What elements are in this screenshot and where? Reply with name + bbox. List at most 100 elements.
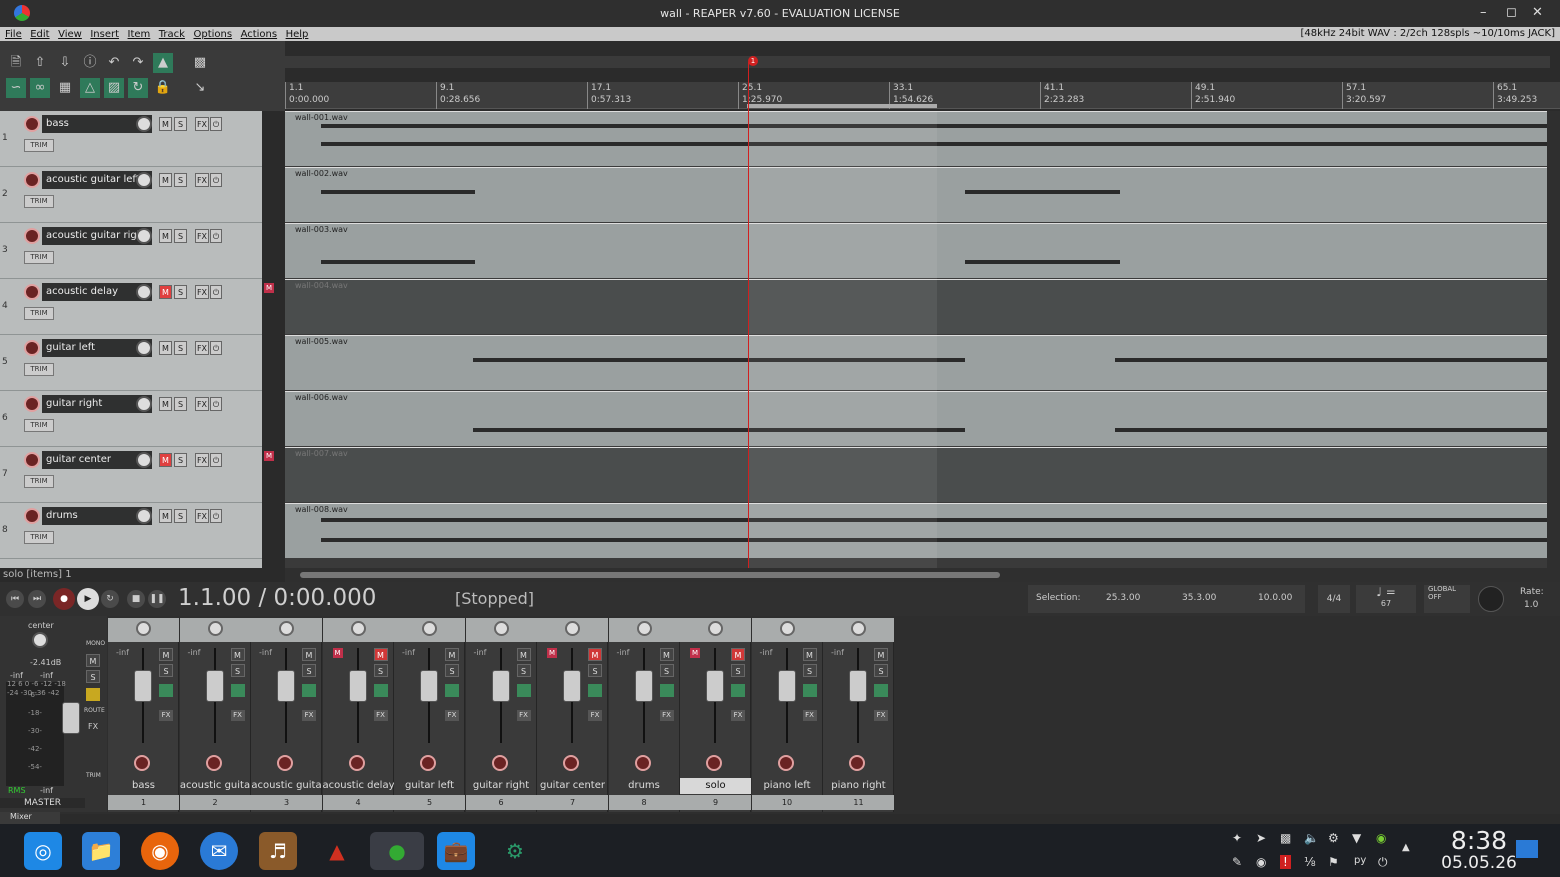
metronome-icon[interactable]: ▲ [153,53,173,73]
power-icon[interactable]: ⏻ [210,341,222,355]
volume-fader[interactable] [849,670,867,702]
solo-button[interactable]: S [445,664,459,677]
record-arm-icon[interactable] [24,228,40,244]
pan-knob-icon[interactable] [493,621,509,636]
menu-view[interactable]: View [58,28,82,42]
mute-button[interactable]: M [159,285,172,299]
save-project-icon[interactable]: ⇩ [55,53,75,73]
open-project-icon[interactable]: ⇧ [30,53,50,73]
phase-icon[interactable] [445,684,459,697]
record-arm-icon[interactable] [348,755,365,771]
phase-icon[interactable] [373,684,388,697]
volume-fader[interactable] [134,670,152,702]
menu-insert[interactable]: Insert [90,28,119,42]
selection-start[interactable]: 25.3.00 [1106,593,1140,603]
volume-fader[interactable] [777,670,796,702]
grid-toggle-icon[interactable]: ▩ [190,53,210,73]
maximize-icon[interactable]: ◻ [1506,5,1517,20]
mute-button[interactable]: M [230,648,245,661]
redo-icon[interactable]: ↷ [128,53,148,73]
mixer-strip[interactable]: M M S FX solo 9 [680,618,751,812]
telegram-icon[interactable]: ➤ [1256,831,1266,845]
pause-icon[interactable]: ❚❚ [148,590,166,608]
vertical-scrollbar[interactable] [1547,111,1560,568]
mute-button[interactable]: M [302,648,316,661]
project-settings-icon[interactable]: ⓘ [80,53,100,73]
phase-icon[interactable] [230,684,245,697]
volume-knob-icon[interactable] [136,508,152,524]
record-arm-icon[interactable] [134,755,150,771]
mixer-strip[interactable]: M M S FX acoustic delay 4 [322,618,394,812]
solo-button[interactable]: S [373,664,388,677]
mute-button[interactable]: M [373,648,388,661]
mute-button[interactable]: M [159,229,172,243]
pan-knob-icon[interactable] [565,621,580,636]
volume-fader[interactable] [563,670,581,702]
crossfade-icon[interactable]: ▨ [104,78,124,98]
settings-app-icon[interactable]: ⚙ [496,832,534,870]
track-1[interactable]: 1 bass M S FX ⏻ TRIM [0,111,262,167]
mute-button[interactable]: M [159,341,172,355]
master-pan-knob-icon[interactable] [32,632,48,648]
volume-fader[interactable] [706,670,724,702]
fx-button[interactable]: FX [195,397,209,411]
new-project-icon[interactable]: 🗎 [6,53,26,73]
strip-name[interactable]: bass [108,778,179,794]
track-7[interactable]: 7 guitar center M S FX ⏻ TRIM [0,447,262,503]
volume-knob-icon[interactable] [136,452,152,468]
timeline-ruler[interactable]: 1.1 0:00.000 9.1 0:28.656 17.1 0:57.313 25.… [285,82,1560,109]
track-8[interactable]: 8 drums M S FX ⏻ TRIM [0,503,262,559]
volume-icon[interactable]: 🔈 [1304,831,1319,845]
pen-icon[interactable]: ✎ [1232,855,1242,869]
cursor-tool-icon[interactable]: ↘ [190,78,210,98]
volume-fader[interactable] [277,670,295,702]
tempo-box[interactable]: ♩ = 67 [1356,585,1416,613]
solo-button[interactable]: S [802,664,817,677]
trim-button[interactable]: TRIM [24,139,54,152]
mixer-strip[interactable]: -inf M S FX piano right 11 [823,618,894,812]
track-6[interactable]: 6 guitar right M S FX ⏻ TRIM [0,391,262,447]
mute-button[interactable]: M [588,648,602,661]
fx-button[interactable]: FX [195,229,209,243]
firefox-icon[interactable]: ◉ [141,832,179,870]
mute-button[interactable]: M [445,648,459,661]
solo-button[interactable]: S [174,117,187,131]
solo-button[interactable]: S [302,664,316,677]
strip-name[interactable]: guitar right [466,778,537,794]
mute-button[interactable]: M [516,648,531,661]
store-icon[interactable]: 💼 [437,832,475,870]
fx-button[interactable]: FX [195,453,209,467]
mute-button[interactable]: M [659,648,674,661]
master-phase-icon[interactable] [86,688,100,701]
tray-expand-icon[interactable]: ▲ [1402,842,1410,853]
rate-value[interactable]: 1.0 [1524,600,1538,610]
volume-knob-icon[interactable] [136,284,152,300]
strip-name[interactable]: acoustic delay [323,778,394,794]
record-arm-icon[interactable] [205,755,222,771]
reaper-icon[interactable]: ● [370,832,424,870]
loop-icon[interactable]: ↻ [128,78,148,98]
solo-button[interactable]: S [174,341,187,355]
pan-knob-icon[interactable] [207,621,223,636]
power-icon[interactable]: ⏻ [210,229,222,243]
record-arm-icon[interactable] [634,755,651,771]
master-mute-button[interactable]: M [86,654,100,667]
solo-button[interactable]: S [174,509,187,523]
horizontal-scrollbar[interactable] [285,568,1560,582]
trim-button[interactable]: TRIM [24,531,54,544]
strip-name[interactable]: acoustic guita [180,778,251,794]
power-icon[interactable]: ⏻ [210,509,222,523]
power-icon[interactable]: ⏻ [210,397,222,411]
mute-button[interactable]: M [874,648,888,661]
record-arm-icon[interactable] [777,755,794,771]
fx-button[interactable]: FX [230,710,245,721]
mixer-strip[interactable]: -inf M S FX piano left 10 [751,618,823,812]
ripple-edit-icon[interactable]: ∽ [6,78,26,98]
fx-button[interactable]: FX [445,710,459,721]
mute-button[interactable]: M [159,648,173,661]
menu-file[interactable]: File [5,28,22,42]
wifi-icon[interactable]: ▼ [1352,831,1361,845]
alert-icon[interactable]: ! [1280,855,1291,869]
mixer-strip[interactable]: -inf M S FX acoustic guita 3 [251,618,322,812]
solo-button[interactable]: S [731,664,745,677]
